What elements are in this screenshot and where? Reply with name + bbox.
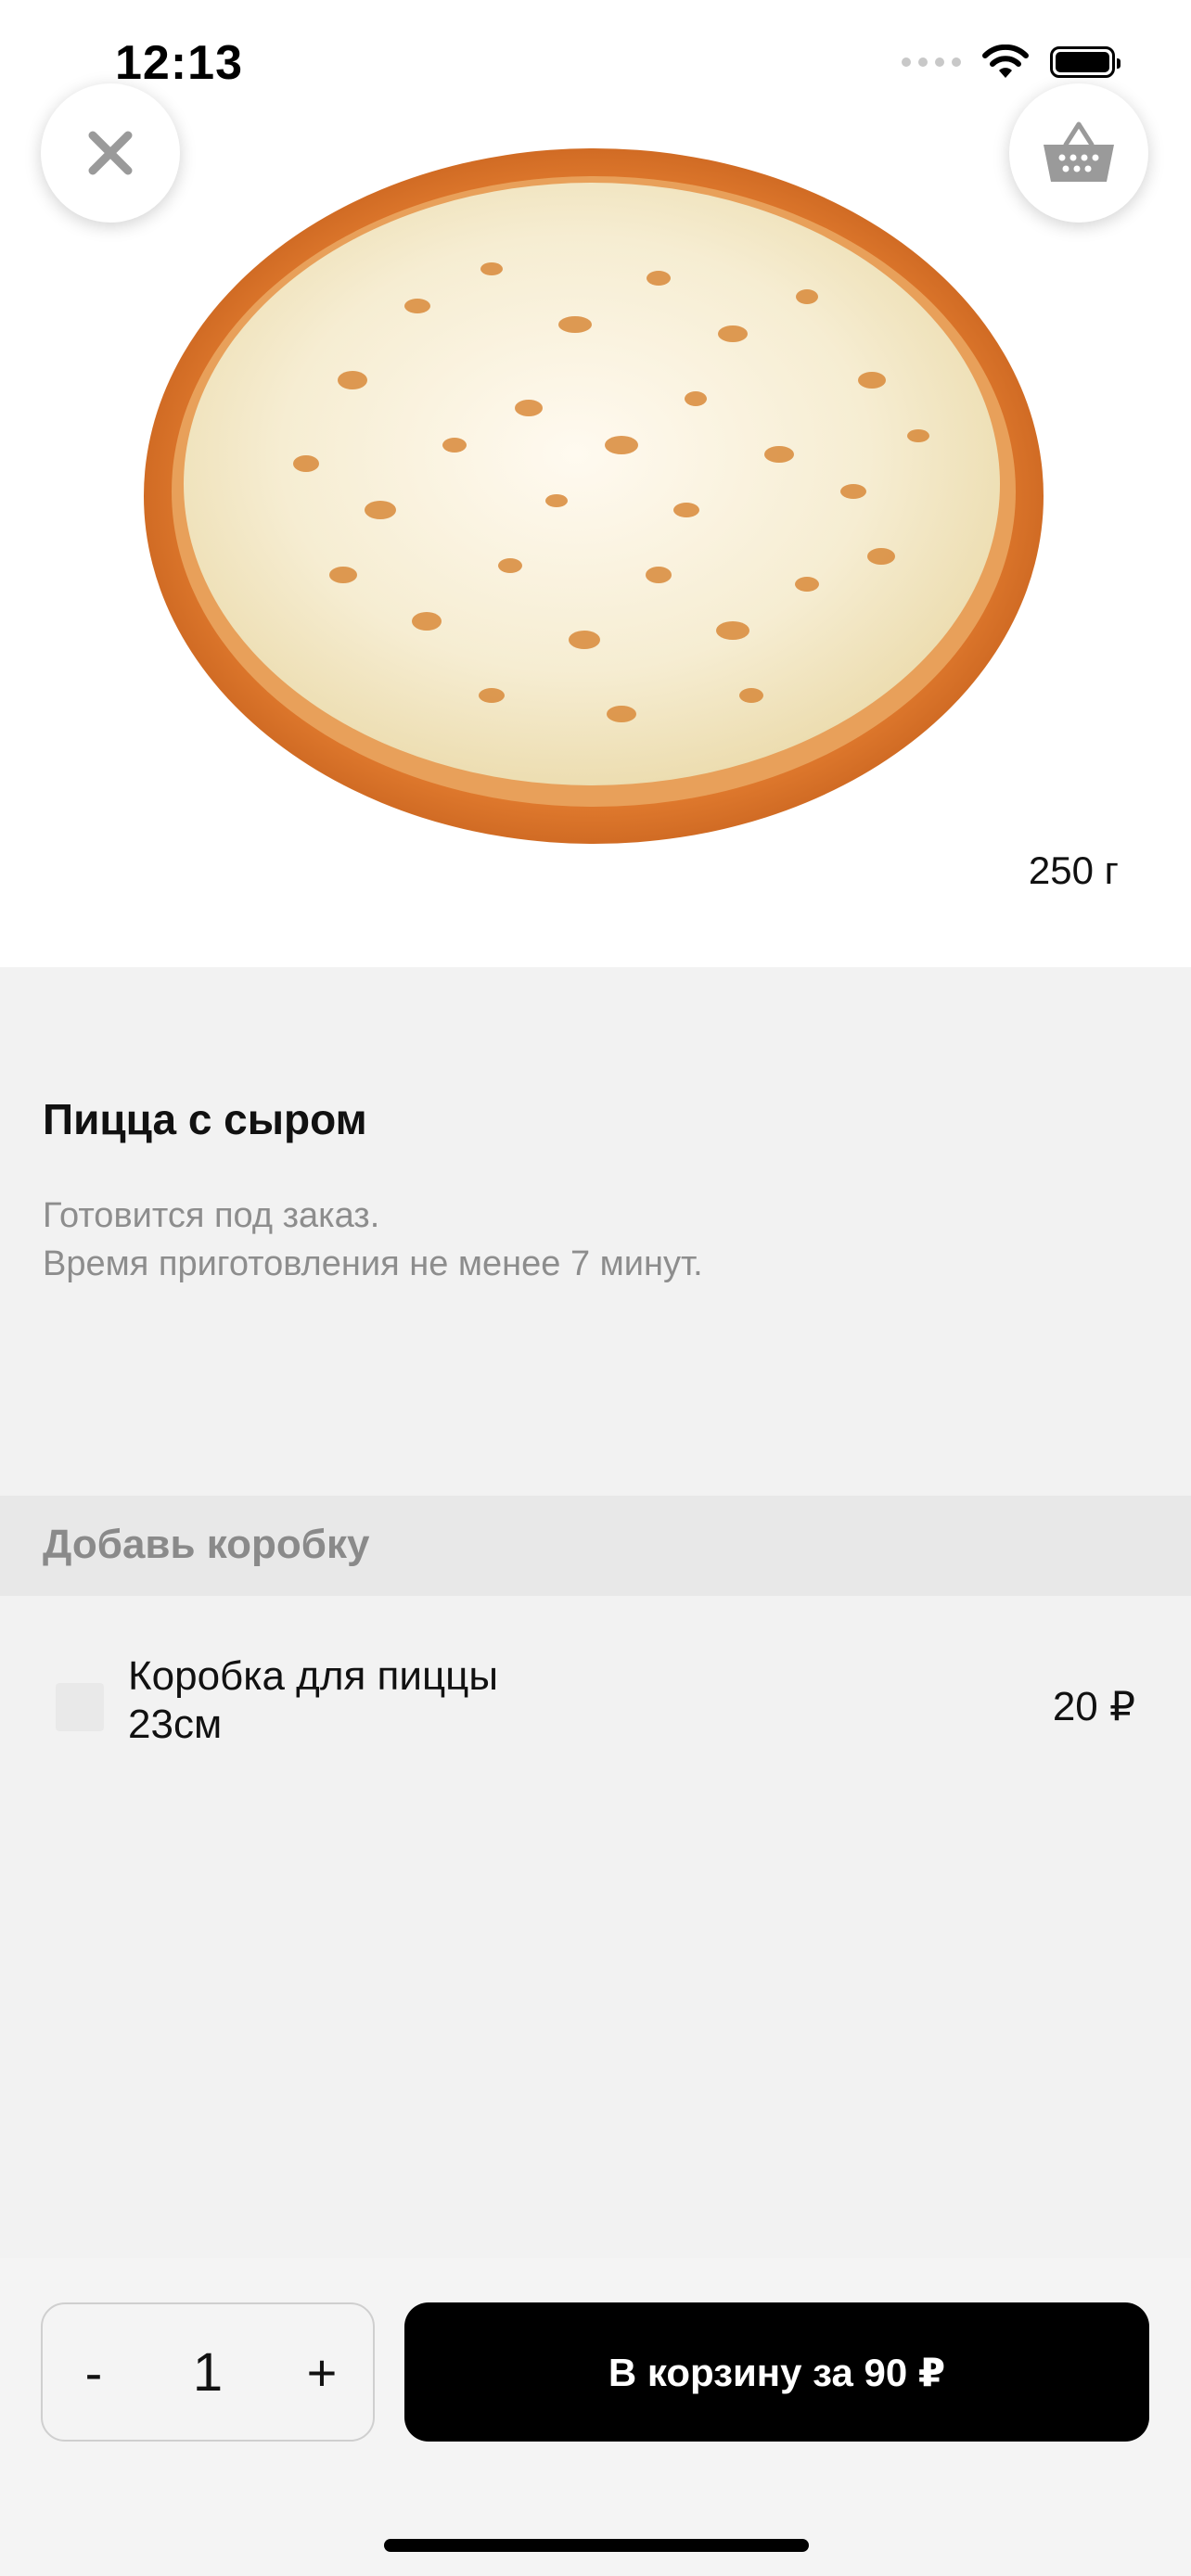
product-image xyxy=(139,139,1048,881)
product-screen: 12:13 250 г Пицца с сыром Готовится под … xyxy=(0,0,1191,2576)
addon-name: Коробка для пиццы 23см xyxy=(128,1653,498,1747)
status-time: 12:13 xyxy=(115,36,243,90)
battery-icon xyxy=(1050,46,1121,78)
addon-checkbox[interactable] xyxy=(56,1683,104,1731)
quantity-value: 1 xyxy=(192,2341,224,2403)
close-icon xyxy=(88,131,133,175)
product-weight: 250 г xyxy=(1028,848,1119,892)
addon-option-row[interactable]: Коробка для пиццы 23см 20 ₽ xyxy=(0,1632,1191,1780)
product-description: Готовится под заказ. Время приготовления… xyxy=(43,1192,703,1288)
product-title: Пицца с сыром xyxy=(43,1095,367,1143)
signal-icon xyxy=(902,57,961,67)
quantity-stepper: - 1 + xyxy=(41,2302,375,2442)
basket-icon xyxy=(1044,121,1114,182)
addons-section-header: Добавь коробку xyxy=(0,1496,1191,1596)
addon-price: 20 ₽ xyxy=(1052,1684,1135,1729)
close-button[interactable] xyxy=(41,83,180,223)
decrement-button[interactable]: - xyxy=(43,2304,145,2440)
description-line: Время приготовления не менее 7 минут. xyxy=(43,1244,703,1283)
home-indicator[interactable] xyxy=(384,2539,809,2552)
addons-section-title: Добавь коробку xyxy=(43,1522,370,1567)
increment-button[interactable]: + xyxy=(271,2304,373,2440)
description-line: Готовится под заказ. xyxy=(43,1196,380,1235)
add-to-cart-button[interactable]: В корзину за 90 ₽ xyxy=(404,2302,1149,2442)
wifi-icon xyxy=(982,45,1029,78)
cart-button[interactable] xyxy=(1009,83,1148,223)
status-icons xyxy=(902,45,1121,80)
